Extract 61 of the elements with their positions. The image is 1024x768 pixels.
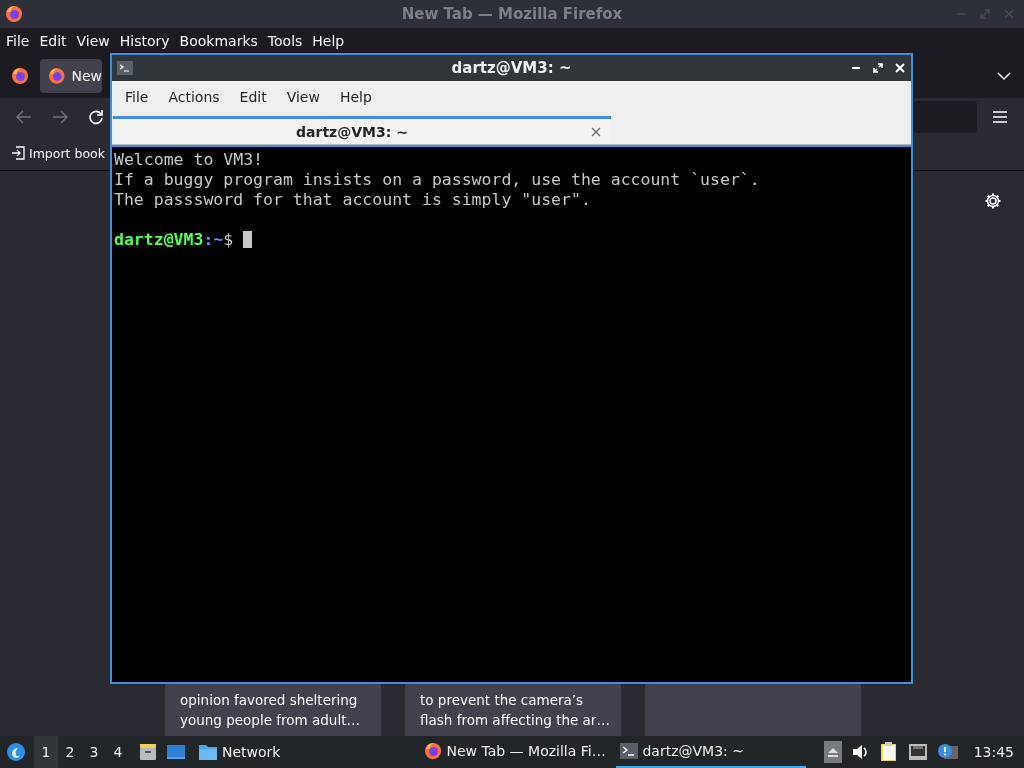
terminal-output: The passsword for that account is simply "user". (114, 190, 592, 210)
desktop-icon[interactable] (166, 742, 186, 762)
eject-icon[interactable] (823, 741, 842, 763)
menu-item[interactable]: Help (329, 89, 382, 105)
prompt-user: dartz@VM3 (114, 230, 204, 249)
prompt-symbol: $ (223, 230, 235, 249)
window-title: New Tab — Mozilla Firefox (401, 5, 623, 23)
workspace-button[interactable]: 2 (58, 736, 82, 768)
story-card[interactable]: opinion favored sheltering young people from adult… (165, 683, 381, 736)
workspace-button[interactable]: 4 (106, 736, 130, 768)
bookmark-item[interactable]: Import book (11, 145, 105, 161)
workspace-button[interactable]: 3 (82, 736, 106, 768)
clipboard-icon[interactable] (879, 742, 898, 762)
task-button[interactable]: New Tab — Mozilla Fi… (420, 736, 611, 768)
import-icon (11, 146, 25, 160)
window-title: dartz@VM3: ~ (451, 59, 572, 77)
firefox-icon[interactable] (11, 67, 29, 85)
forward-icon[interactable] (52, 110, 68, 124)
menu-item[interactable]: File (2, 33, 36, 49)
terminal-icon (117, 61, 133, 75)
maximize-icon[interactable] (873, 63, 883, 73)
close-icon[interactable] (591, 126, 601, 137)
folder-shortcut[interactable]: Network (198, 743, 281, 761)
reload-icon[interactable] (88, 109, 104, 125)
menu-item[interactable]: Edit (229, 89, 277, 105)
settings-icon[interactable] (984, 192, 1002, 210)
menu-item[interactable]: Help (308, 33, 351, 49)
firefox-icon (48, 67, 66, 85)
back-icon[interactable] (16, 110, 32, 124)
prompt-path: :~ (203, 230, 224, 249)
folder-icon (198, 743, 218, 761)
story-card[interactable]: to prevent the camera’s flash from affecting the ar… (405, 683, 621, 736)
story-summary: to prevent the camera’s flash from affecting the ar… (420, 691, 611, 730)
network-icon[interactable] (907, 743, 928, 761)
address-field[interactable] (913, 101, 977, 133)
terminal-output: If a buggy program insists on a password, use the account `user`. (114, 170, 761, 190)
menu-item[interactable]: File (115, 89, 159, 105)
task-button[interactable]: dartz@VM3: ~ (616, 736, 807, 768)
story-summary: opinion favored sheltering young people from adult… (180, 691, 361, 730)
file-cabinet-icon[interactable] (138, 742, 158, 762)
menu-item[interactable]: View (72, 33, 116, 49)
menu-item[interactable]: View (276, 89, 330, 105)
volume-icon[interactable] (851, 744, 870, 760)
menu-item[interactable]: Edit (35, 33, 73, 49)
menu-item[interactable]: History (115, 33, 176, 49)
terminal-output: Welcome to VM3! (114, 150, 264, 170)
notification-icon[interactable] (937, 743, 958, 761)
start-menu-icon[interactable] (6, 742, 26, 762)
menu-item[interactable]: Bookmarks (175, 33, 264, 49)
text-cursor (243, 231, 253, 248)
firefox-icon (5, 5, 23, 23)
firefox-icon (424, 742, 443, 760)
clock[interactable]: 13:45 (973, 744, 1014, 760)
menu-item[interactable]: Tools (263, 33, 309, 49)
terminal-icon (620, 743, 639, 759)
browser-tab[interactable]: New (40, 59, 102, 93)
menu-item[interactable]: Actions (158, 89, 230, 105)
workspace-button[interactable]: 1 (34, 736, 58, 768)
tab-label: New (71, 68, 102, 84)
menu-icon[interactable] (993, 111, 1007, 123)
chevron-down-icon[interactable] (997, 71, 1011, 81)
